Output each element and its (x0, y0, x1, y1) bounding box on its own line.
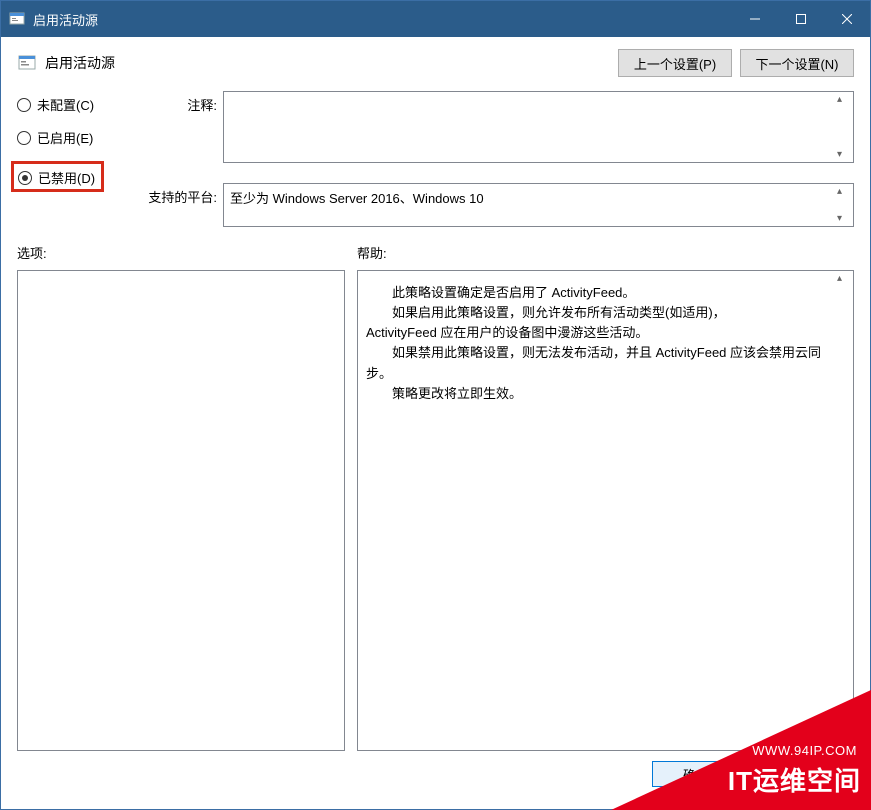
titlebar[interactable]: 启用活动源 (1, 1, 870, 37)
radio-enabled[interactable]: 已启用(E) (17, 128, 137, 147)
radio-group: 未配置(C) 已启用(E) 已禁用(D) (17, 91, 137, 227)
radio-label: 已启用(E) (37, 128, 93, 147)
options-label: 选项: (17, 243, 357, 262)
fields-column: 注释: ▴▾ 支持的平台: 至少为 Windows Server 2016、Wi… (137, 91, 854, 227)
comment-row: 注释: ▴▾ (137, 91, 854, 163)
help-line: ActivityFeed 应在用户的设备图中漫游这些活动。 (366, 323, 833, 343)
radio-disabled[interactable]: 已禁用(D) (18, 168, 95, 187)
panels: 此策略设置确定是否启用了 ActivityFeed。 如果启用此策略设置，则允许… (17, 270, 854, 751)
policy-title: 启用活动源 (45, 53, 610, 73)
window-controls (732, 1, 870, 37)
minimize-button[interactable] (732, 1, 778, 37)
radio-label: 已禁用(D) (38, 168, 95, 187)
dialog-buttons: 确定 取消 (17, 751, 854, 797)
help-panel: 此策略设置确定是否启用了 ActivityFeed。 如果启用此策略设置，则允许… (357, 270, 854, 751)
highlighted-radio: 已禁用(D) (11, 161, 104, 192)
radio-dot-icon (17, 98, 31, 112)
scrollbar[interactable]: ▴▾ (837, 273, 851, 748)
maximize-button[interactable] (778, 1, 824, 37)
help-line: 如果禁用此策略设置，则无法发布活动，并且 ActivityFeed 应该会禁用云… (366, 343, 833, 383)
radio-not-configured[interactable]: 未配置(C) (17, 95, 137, 114)
comment-label: 注释: (137, 91, 217, 114)
options-panel (17, 270, 345, 751)
cancel-button[interactable]: 取消 (750, 761, 838, 787)
next-setting-button[interactable]: 下一个设置(N) (740, 49, 854, 77)
prev-setting-button[interactable]: 上一个设置(P) (618, 49, 732, 77)
platform-box: 至少为 Windows Server 2016、Windows 10 ▴▾ (223, 183, 854, 227)
header-row: 启用活动源 上一个设置(P) 下一个设置(N) (17, 49, 854, 77)
help-line: 策略更改将立即生效。 (366, 384, 833, 404)
comment-input[interactable]: ▴▾ (223, 91, 854, 163)
radio-dot-icon (18, 171, 32, 185)
app-icon (9, 11, 25, 27)
section-labels: 选项: 帮助: (17, 243, 854, 262)
content-area: 启用活动源 上一个设置(P) 下一个设置(N) 未配置(C) 已启用(E) 已禁… (1, 37, 870, 809)
window-title: 启用活动源 (33, 10, 732, 29)
top-section: 未配置(C) 已启用(E) 已禁用(D) 注释: (17, 91, 854, 227)
close-button[interactable] (824, 1, 870, 37)
platform-value: 至少为 Windows Server 2016、Windows 10 (230, 188, 484, 207)
help-line: 如果启用此策略设置，则允许发布所有活动类型(如适用)， (366, 303, 833, 323)
help-line: 此策略设置确定是否启用了 ActivityFeed。 (366, 283, 833, 303)
radio-dot-icon (17, 131, 31, 145)
help-label: 帮助: (357, 243, 854, 262)
platform-label: 支持的平台: (137, 183, 217, 206)
help-text: 此策略设置确定是否启用了 ActivityFeed。 如果启用此策略设置，则允许… (366, 283, 833, 404)
platform-row: 支持的平台: 至少为 Windows Server 2016、Windows 1… (137, 183, 854, 227)
policy-icon (17, 53, 37, 73)
ok-button[interactable]: 确定 (652, 761, 740, 787)
scrollbar[interactable]: ▴▾ (837, 94, 851, 160)
scrollbar[interactable]: ▴▾ (837, 186, 851, 224)
dialog-window: 启用活动源 启用活动源 上一个设置(P) 下一个设置(N) (0, 0, 871, 810)
radio-label: 未配置(C) (37, 95, 94, 114)
